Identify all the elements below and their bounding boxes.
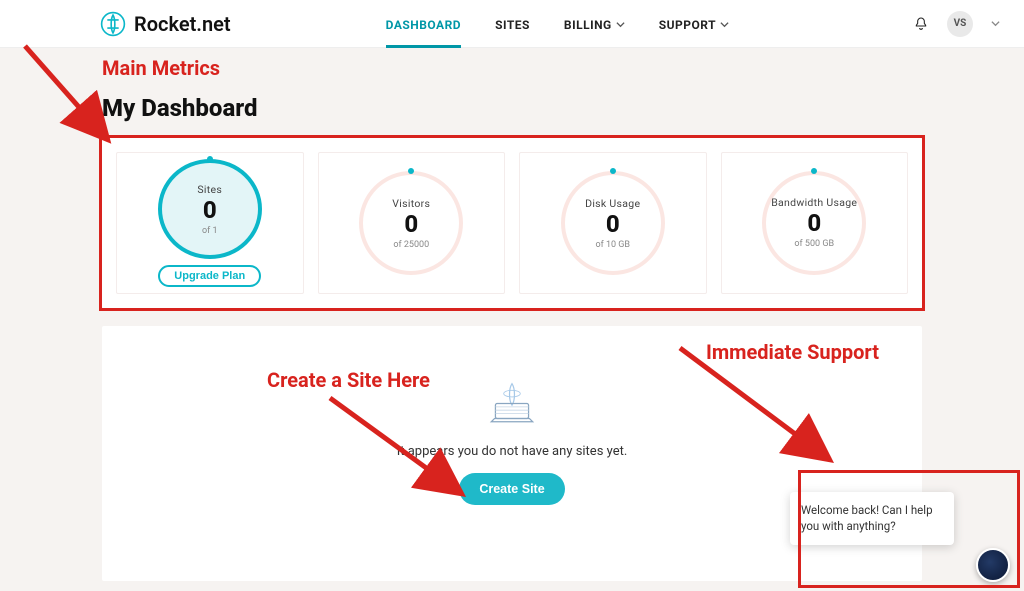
nav-billing[interactable]: BILLING [564, 2, 625, 46]
metric-title: Sites [197, 183, 222, 196]
nav-sites[interactable]: SITES [495, 2, 530, 46]
nav-support-label: SUPPORT [659, 18, 716, 32]
ring-indicator [207, 156, 213, 162]
chat-message: Welcome back! Can I help you with anythi… [801, 503, 933, 533]
nav: DASHBOARD SITES BILLING SUPPORT [386, 2, 729, 46]
metric-ring: Disk Usage 0 of 10 GB [561, 171, 665, 275]
metric-sub: of 500 GB [794, 239, 834, 249]
nav-billing-label: BILLING [564, 18, 612, 32]
metric-bandwidth: Bandwidth Usage 0 of 500 GB [721, 152, 909, 294]
ring-indicator [610, 168, 616, 174]
nav-dashboard-label: DASHBOARD [386, 18, 461, 32]
nav-sites-label: SITES [495, 18, 530, 32]
ring-indicator [811, 168, 817, 174]
brand-text: Rocket.net [134, 12, 231, 36]
chevron-down-icon [616, 20, 625, 29]
metric-sites: Sites 0 of 1 Upgrade Plan [116, 152, 304, 294]
metric-disk: Disk Usage 0 of 10 GB [519, 152, 707, 294]
avatar[interactable]: VS [947, 11, 973, 37]
metric-ring: Bandwidth Usage 0 of 500 GB [762, 171, 866, 275]
metric-ring: Visitors 0 of 25000 [359, 171, 463, 275]
metric-title: Visitors [392, 197, 430, 210]
metric-value: 0 [404, 212, 418, 236]
logo[interactable]: Rocket.net [100, 11, 231, 37]
annotation-main-metrics: Main Metrics [102, 56, 220, 80]
create-site-button[interactable]: Create Site [459, 473, 564, 505]
chat-popup[interactable]: Welcome back! Can I help you with anythi… [790, 492, 954, 545]
nav-support[interactable]: SUPPORT [659, 2, 729, 46]
metric-title: Disk Usage [585, 197, 640, 210]
rocket-icon [100, 11, 126, 37]
chat-avatar-icon[interactable] [976, 548, 1010, 582]
metric-sub: of 25000 [393, 240, 429, 250]
avatar-initials: VS [954, 18, 967, 29]
upgrade-plan-button[interactable]: Upgrade Plan [158, 265, 261, 287]
metric-visitors: Visitors 0 of 25000 [318, 152, 506, 294]
ring-indicator [408, 168, 414, 174]
metric-sub: of 10 GB [595, 240, 630, 250]
bell-icon[interactable] [913, 16, 929, 32]
chevron-down-icon[interactable] [991, 19, 1000, 28]
header-right: VS [913, 11, 1000, 37]
page-title: My Dashboard [102, 94, 257, 122]
metric-title: Bandwidth Usage [771, 197, 857, 209]
metric-ring: Sites 0 of 1 [158, 159, 262, 259]
metrics-panel: Sites 0 of 1 Upgrade Plan Visitors 0 of … [102, 138, 922, 308]
metric-sub: of 1 [202, 226, 218, 236]
metric-value: 0 [807, 211, 821, 235]
metric-value: 0 [606, 212, 620, 236]
header: Rocket.net DASHBOARD SITES BILLING SUPPO… [0, 0, 1024, 48]
chevron-down-icon [720, 20, 729, 29]
empty-text: It appears you do not have any sites yet… [397, 444, 628, 459]
laptop-illustration-icon [483, 382, 541, 432]
metric-value: 0 [203, 198, 217, 222]
nav-dashboard[interactable]: DASHBOARD [386, 2, 461, 46]
